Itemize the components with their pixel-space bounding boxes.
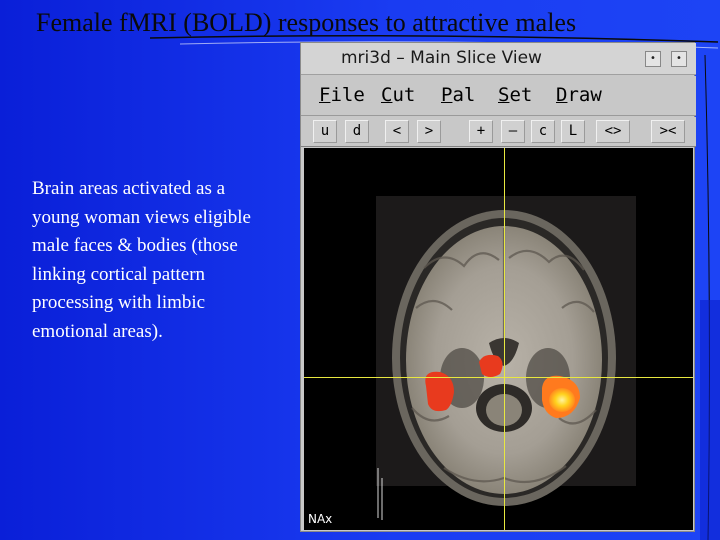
menu-file[interactable]: File (319, 84, 365, 106)
slide-title: Female fMRI (BOLD) responses to attracti… (36, 8, 577, 37)
menu-set[interactable]: Set (498, 84, 532, 106)
toolbar-zoom-in-button[interactable]: + (469, 120, 493, 143)
window-title: mri3d – Main Slice View (341, 48, 542, 68)
minimize-icon[interactable]: • (645, 51, 661, 67)
crosshair-vertical (504, 148, 505, 530)
menu-bar: File Cut Pal Set Draw (301, 76, 696, 116)
menu-pal[interactable]: Pal (441, 84, 475, 106)
toolbar-up-button[interactable]: u (313, 120, 337, 143)
toolbar-expand-button[interactable]: <> (596, 120, 630, 143)
window-titlebar[interactable]: mri3d – Main Slice View • • (301, 43, 696, 75)
slide-body-text: Brain areas activated as a young woman v… (32, 178, 251, 342)
mri3d-window: mri3d – Main Slice View • • File Cut Pal… (300, 42, 696, 532)
toolbar-zoom-out-button[interactable]: – (501, 120, 525, 143)
close-icon[interactable]: • (671, 51, 687, 67)
toolbar-l-button[interactable]: L (561, 120, 585, 143)
toolbar-prev-button[interactable]: < (385, 120, 409, 143)
toolbar-down-button[interactable]: d (345, 120, 369, 143)
toolbar-contract-button[interactable]: >< (651, 120, 685, 143)
menu-draw[interactable]: Draw (556, 84, 602, 106)
brain-slice-image (376, 196, 636, 520)
menu-cut[interactable]: Cut (381, 84, 415, 106)
slice-viewer[interactable]: NAx (304, 148, 693, 530)
view-orientation-label: NAx (308, 512, 333, 526)
toolbar-c-button[interactable]: c (531, 120, 555, 143)
toolbar-next-button[interactable]: > (417, 120, 441, 143)
toolbar: u d < > + – c L <> >< (301, 117, 696, 147)
crosshair-horizontal (304, 377, 693, 378)
